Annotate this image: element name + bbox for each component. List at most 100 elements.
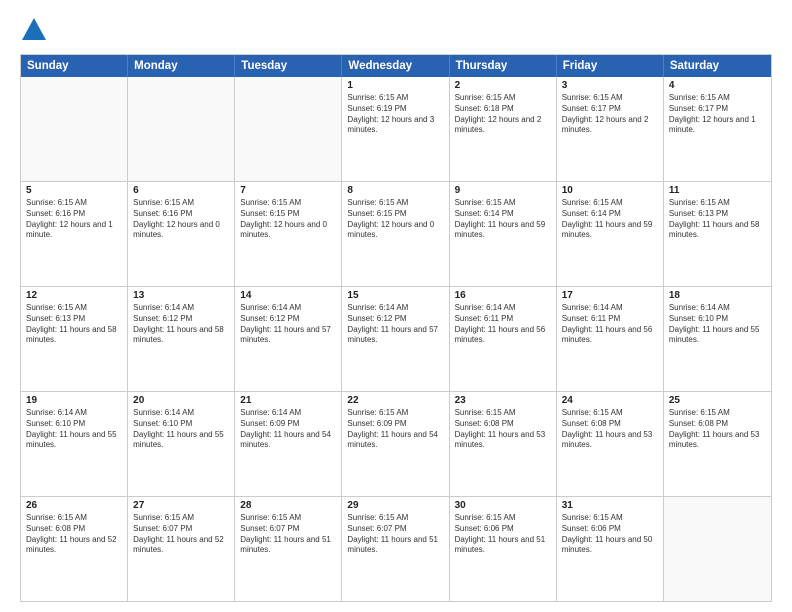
day-info: Sunrise: 6:15 AM Sunset: 6:19 PM Dayligh… [347, 93, 443, 136]
calendar-cell: 13 Sunrise: 6:14 AM Sunset: 6:12 PM Dayli… [128, 287, 235, 391]
day-info: Sunrise: 6:15 AM Sunset: 6:06 PM Dayligh… [562, 513, 658, 556]
day-info: Sunrise: 6:15 AM Sunset: 6:13 PM Dayligh… [26, 303, 122, 346]
calendar-cell: 3 Sunrise: 6:15 AM Sunset: 6:17 PM Daylig… [557, 77, 664, 181]
day-info: Sunrise: 6:15 AM Sunset: 6:09 PM Dayligh… [347, 408, 443, 451]
calendar-cell: 18 Sunrise: 6:14 AM Sunset: 6:10 PM Dayli… [664, 287, 771, 391]
calendar-row-3: 19 Sunrise: 6:14 AM Sunset: 6:10 PM Dayli… [21, 391, 771, 496]
calendar-cell: 2 Sunrise: 6:15 AM Sunset: 6:18 PM Daylig… [450, 77, 557, 181]
day-info: Sunrise: 6:15 AM Sunset: 6:14 PM Dayligh… [455, 198, 551, 241]
header-day-sunday: Sunday [21, 55, 128, 77]
day-number: 20 [133, 395, 229, 406]
day-number: 5 [26, 185, 122, 196]
calendar-cell: 9 Sunrise: 6:15 AM Sunset: 6:14 PM Daylig… [450, 182, 557, 286]
day-info: Sunrise: 6:15 AM Sunset: 6:08 PM Dayligh… [455, 408, 551, 451]
calendar-cell: 25 Sunrise: 6:15 AM Sunset: 6:08 PM Dayli… [664, 392, 771, 496]
day-info: Sunrise: 6:14 AM Sunset: 6:10 PM Dayligh… [26, 408, 122, 451]
day-number: 9 [455, 185, 551, 196]
day-number: 22 [347, 395, 443, 406]
calendar-cell: 6 Sunrise: 6:15 AM Sunset: 6:16 PM Daylig… [128, 182, 235, 286]
calendar-row-0: 1 Sunrise: 6:15 AM Sunset: 6:19 PM Daylig… [21, 77, 771, 181]
calendar-cell: 8Sunrise: 6:15 AM Sunset: 6:15 PM Daylig… [342, 182, 449, 286]
day-number: 18 [669, 290, 766, 301]
calendar-cell: 27 Sunrise: 6:15 AM Sunset: 6:07 PM Dayli… [128, 497, 235, 601]
header-day-wednesday: Wednesday [342, 55, 449, 77]
header-day-monday: Monday [128, 55, 235, 77]
day-info: Sunrise: 6:15 AM Sunset: 6:08 PM Dayligh… [669, 408, 766, 451]
day-number: 14 [240, 290, 336, 301]
day-number: 11 [669, 185, 766, 196]
day-number: 7 [240, 185, 336, 196]
day-number: 2 [455, 80, 551, 91]
day-number: 28 [240, 500, 336, 511]
day-info: Sunrise: 6:15 AM Sunset: 6:07 PM Dayligh… [133, 513, 229, 556]
calendar-cell [664, 497, 771, 601]
calendar-cell: 12 Sunrise: 6:15 AM Sunset: 6:13 PM Dayli… [21, 287, 128, 391]
calendar-row-4: 26Sunrise: 6:15 AM Sunset: 6:08 PM Dayli… [21, 496, 771, 601]
day-number: 29 [347, 500, 443, 511]
logo-icon [20, 16, 48, 44]
header-day-saturday: Saturday [664, 55, 771, 77]
day-number: 12 [26, 290, 122, 301]
day-number: 25 [669, 395, 766, 406]
header-day-friday: Friday [557, 55, 664, 77]
day-number: 13 [133, 290, 229, 301]
day-info: Sunrise: 6:14 AM Sunset: 6:10 PM Dayligh… [133, 408, 229, 451]
day-number: 30 [455, 500, 551, 511]
day-number: 31 [562, 500, 658, 511]
day-number: 26 [26, 500, 122, 511]
calendar-header: SundayMondayTuesdayWednesdayThursdayFrid… [21, 55, 771, 77]
calendar: SundayMondayTuesdayWednesdayThursdayFrid… [20, 54, 772, 602]
calendar-cell: 29 Sunrise: 6:15 AM Sunset: 6:07 PM Dayli… [342, 497, 449, 601]
calendar-cell: 11Sunrise: 6:15 AM Sunset: 6:13 PM Dayli… [664, 182, 771, 286]
day-number: 1 [347, 80, 443, 91]
day-number: 24 [562, 395, 658, 406]
day-info: Sunrise: 6:15 AM Sunset: 6:16 PM Dayligh… [26, 198, 122, 241]
day-info: Sunrise: 6:15 AM Sunset: 6:14 PM Dayligh… [562, 198, 658, 241]
day-info: Sunrise: 6:15 AM Sunset: 6:17 PM Dayligh… [562, 93, 658, 136]
logo [20, 16, 48, 44]
calendar-cell: 24Sunrise: 6:15 AM Sunset: 6:08 PM Dayli… [557, 392, 664, 496]
day-info: Sunrise: 6:14 AM Sunset: 6:12 PM Dayligh… [133, 303, 229, 346]
day-number: 27 [133, 500, 229, 511]
day-info: Sunrise: 6:15 AM Sunset: 6:15 PM Dayligh… [240, 198, 336, 241]
calendar-cell: 17Sunrise: 6:14 AM Sunset: 6:11 PM Dayli… [557, 287, 664, 391]
day-info: Sunrise: 6:14 AM Sunset: 6:11 PM Dayligh… [562, 303, 658, 346]
calendar-cell: 15Sunrise: 6:14 AM Sunset: 6:12 PM Dayli… [342, 287, 449, 391]
header-day-tuesday: Tuesday [235, 55, 342, 77]
calendar-cell: 31 Sunrise: 6:15 AM Sunset: 6:06 PM Dayli… [557, 497, 664, 601]
day-info: Sunrise: 6:15 AM Sunset: 6:18 PM Dayligh… [455, 93, 551, 136]
day-number: 15 [347, 290, 443, 301]
calendar-row-1: 5 Sunrise: 6:15 AM Sunset: 6:16 PM Daylig… [21, 181, 771, 286]
calendar-row-2: 12 Sunrise: 6:15 AM Sunset: 6:13 PM Dayli… [21, 286, 771, 391]
day-number: 3 [562, 80, 658, 91]
day-number: 16 [455, 290, 551, 301]
calendar-cell: 10 Sunrise: 6:15 AM Sunset: 6:14 PM Dayli… [557, 182, 664, 286]
header [20, 16, 772, 44]
day-info: Sunrise: 6:15 AM Sunset: 6:07 PM Dayligh… [347, 513, 443, 556]
calendar-cell: 4Sunrise: 6:15 AM Sunset: 6:17 PM Daylig… [664, 77, 771, 181]
calendar-cell: 30Sunrise: 6:15 AM Sunset: 6:06 PM Dayli… [450, 497, 557, 601]
day-info: Sunrise: 6:14 AM Sunset: 6:11 PM Dayligh… [455, 303, 551, 346]
calendar-cell [21, 77, 128, 181]
calendar-cell: 19 Sunrise: 6:14 AM Sunset: 6:10 PM Dayli… [21, 392, 128, 496]
calendar-cell: 21 Sunrise: 6:14 AM Sunset: 6:09 PM Dayli… [235, 392, 342, 496]
calendar-cell: 16 Sunrise: 6:14 AM Sunset: 6:11 PM Dayli… [450, 287, 557, 391]
page: SundayMondayTuesdayWednesdayThursdayFrid… [0, 0, 792, 612]
day-number: 23 [455, 395, 551, 406]
day-number: 6 [133, 185, 229, 196]
calendar-cell [128, 77, 235, 181]
calendar-body: 1 Sunrise: 6:15 AM Sunset: 6:19 PM Daylig… [21, 77, 771, 601]
calendar-cell: 5 Sunrise: 6:15 AM Sunset: 6:16 PM Daylig… [21, 182, 128, 286]
day-info: Sunrise: 6:15 AM Sunset: 6:17 PM Dayligh… [669, 93, 766, 136]
day-info: Sunrise: 6:15 AM Sunset: 6:16 PM Dayligh… [133, 198, 229, 241]
day-number: 21 [240, 395, 336, 406]
calendar-cell: 22 Sunrise: 6:15 AM Sunset: 6:09 PM Dayli… [342, 392, 449, 496]
calendar-cell: 1 Sunrise: 6:15 AM Sunset: 6:19 PM Daylig… [342, 77, 449, 181]
day-number: 10 [562, 185, 658, 196]
day-info: Sunrise: 6:14 AM Sunset: 6:09 PM Dayligh… [240, 408, 336, 451]
calendar-cell: 28Sunrise: 6:15 AM Sunset: 6:07 PM Dayli… [235, 497, 342, 601]
day-info: Sunrise: 6:14 AM Sunset: 6:10 PM Dayligh… [669, 303, 766, 346]
day-info: Sunrise: 6:15 AM Sunset: 6:15 PM Dayligh… [347, 198, 443, 241]
day-number: 19 [26, 395, 122, 406]
day-info: Sunrise: 6:14 AM Sunset: 6:12 PM Dayligh… [240, 303, 336, 346]
